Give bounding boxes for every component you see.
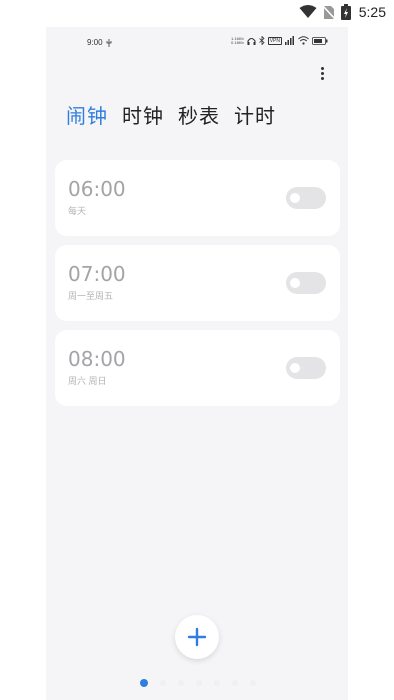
more-vertical-icon-dot: [320, 76, 324, 80]
page-dot: [178, 680, 184, 686]
page-dot: [214, 680, 220, 686]
no-sim-icon: [322, 4, 335, 20]
wifi-icon: [299, 5, 317, 18]
tab-timer[interactable]: 计时: [234, 100, 276, 129]
tab-world-clock[interactable]: 时钟: [122, 100, 164, 129]
net-speed-down: 0.18Kb: [231, 39, 244, 45]
more-vertical-icon-dot: [320, 71, 324, 75]
toggle-knob: [290, 278, 300, 288]
page-indicator: [140, 679, 256, 687]
vpn-badge: VPN: [267, 36, 282, 45]
headphones-icon: [247, 37, 256, 45]
inner-clock: 9:00: [87, 38, 103, 47]
alarm-toggle[interactable]: [286, 357, 326, 379]
alarm-time: 08:00: [68, 347, 126, 371]
tab-stopwatch[interactable]: 秒表: [178, 100, 220, 129]
inner-status-bar: 9:00 1.16Kb 0.18Kb VPN: [46, 27, 348, 57]
alarm-time: 06:00: [68, 177, 126, 201]
alarm-repeat: 每天: [68, 206, 87, 216]
clock-app-screen: 9:00 1.16Kb 0.18Kb VPN 闹钟 时钟 秒表 计时 06:00…: [46, 27, 348, 700]
plus-icon: [187, 627, 207, 647]
tab-alarm[interactable]: 闹钟: [66, 100, 108, 129]
more-vertical-icon: [320, 66, 324, 70]
inner-wifi-icon: [298, 36, 309, 45]
page-dot: [196, 680, 202, 686]
alarm-time: 07:00: [68, 262, 126, 286]
usb-icon: [106, 38, 111, 47]
alarm-item[interactable]: 08:00 周六 周日: [55, 330, 340, 406]
device-clock: 5:25: [358, 4, 386, 20]
alarm-repeat: 周一至周五: [68, 291, 114, 301]
toggle-knob: [290, 193, 300, 203]
more-options-button[interactable]: [316, 65, 328, 81]
toggle-knob: [290, 363, 300, 373]
alarm-item[interactable]: 06:00 每天: [55, 160, 340, 236]
alarm-toggle[interactable]: [286, 272, 326, 294]
bluetooth-icon: [258, 36, 265, 45]
alarm-repeat: 周六 周日: [68, 376, 107, 386]
add-alarm-button[interactable]: [175, 615, 219, 659]
device-status-bar: 5:25: [0, 0, 394, 28]
battery-charging-icon: [340, 4, 351, 20]
inner-status-time-group: 9:00: [87, 38, 112, 47]
battery-icon: [312, 36, 328, 45]
page-dot-active: [140, 679, 148, 687]
inner-status-icons: 1.16Kb 0.18Kb VPN: [231, 36, 328, 45]
clock-tabs: 闹钟 时钟 秒表 计时: [66, 100, 276, 129]
page-dot: [232, 680, 238, 686]
page-dot: [160, 680, 166, 686]
net-speed: 1.16Kb 0.18Kb: [231, 36, 244, 45]
alarm-item[interactable]: 07:00 周一至周五: [55, 245, 340, 321]
page-dot: [250, 680, 256, 686]
device-status-icons: 5:25: [299, 4, 386, 20]
alarm-list: 06:00 每天 07:00 周一至周五 08:00 周六 周日: [55, 160, 340, 415]
alarm-toggle[interactable]: [286, 187, 326, 209]
signal-icon: [285, 36, 294, 45]
